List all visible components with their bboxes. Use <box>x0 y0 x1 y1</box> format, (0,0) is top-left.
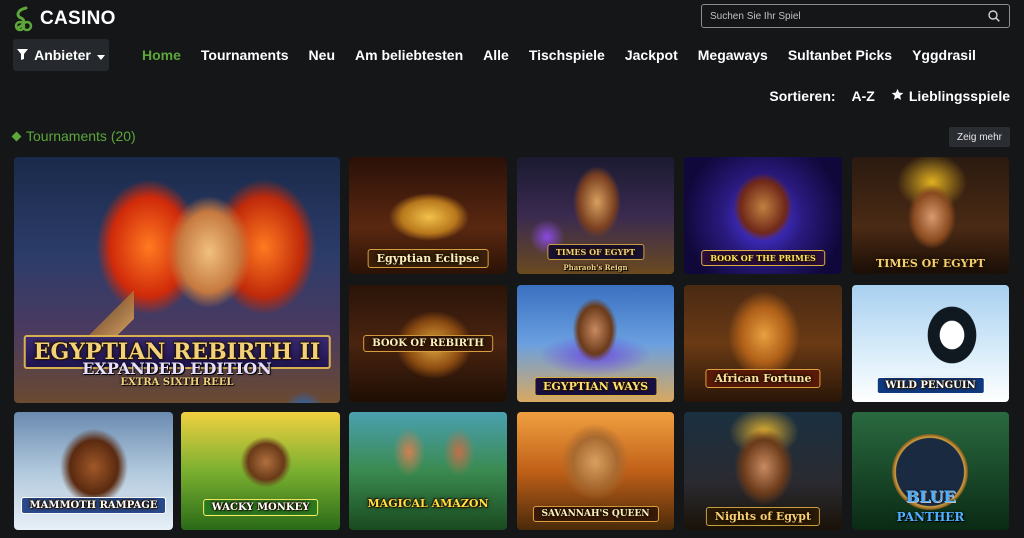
nav-sultanbet-picks[interactable]: Sultanbet Picks <box>788 47 892 63</box>
game-tile-savannahs-queen[interactable]: SAVANNAH'S QUEEN <box>517 412 674 530</box>
game-tile-blue-panther[interactable]: BLUE PANTHER <box>852 412 1009 530</box>
game-tile-wacky-monkey[interactable]: WACKY MONKEY <box>181 412 340 530</box>
game-tile-nights-of-egypt[interactable]: Nights of Egypt <box>684 412 842 530</box>
game-subtitle: Pharaoh's Reign <box>563 263 628 272</box>
section-tournaments-title: Tournaments (20) <box>11 128 136 144</box>
sort-label: Sortieren: <box>769 88 836 104</box>
game-subtitle: PANTHER <box>896 510 965 524</box>
section-title-text: Tournaments (20) <box>26 128 136 144</box>
game-title: SAVANNAH'S QUEEN <box>532 506 659 522</box>
game-title: Nights of Egypt <box>705 507 821 526</box>
game-title: African Fortune <box>705 369 821 388</box>
game-subtitle-2: EXTRA SIXTH REEL <box>120 377 234 388</box>
logo-text: CASINO <box>40 8 116 29</box>
sort-favorites-label: Lieblingsspiele <box>908 88 1010 104</box>
search-input[interactable] <box>710 10 987 22</box>
logo-icon <box>12 6 34 32</box>
game-title: TIMES OF EGYPT <box>546 244 645 260</box>
nav-most-popular[interactable]: Am beliebtesten <box>355 47 463 63</box>
show-more-button[interactable]: Zeig mehr <box>949 127 1010 147</box>
nav-jackpot[interactable]: Jackpot <box>625 47 678 63</box>
sort-bar: Sortieren: A-Z Lieblingsspiele <box>769 88 1010 104</box>
game-tile-book-of-the-primes[interactable]: BOOK OF THE PRIMES <box>684 157 842 274</box>
game-title: MAGICAL AMAZON <box>367 497 489 510</box>
sort-az[interactable]: A-Z <box>852 88 875 104</box>
nav-home[interactable]: Home <box>142 47 181 63</box>
game-tile-african-fortune[interactable]: African Fortune <box>684 285 842 402</box>
nav-megaways[interactable]: Megaways <box>698 47 768 63</box>
game-tile-wild-penguin[interactable]: WILD PENGUIN <box>852 285 1009 402</box>
game-tile-egyptian-ways[interactable]: EGYPTIAN WAYS <box>517 285 674 402</box>
caret-down-icon <box>96 47 105 63</box>
search-icon[interactable] <box>987 9 1001 23</box>
game-title: TIMES OF EGYPT <box>876 257 985 270</box>
site-logo[interactable]: CASINO <box>12 5 116 33</box>
game-title: BOOK OF REBIRTH <box>363 335 493 352</box>
nav-tournaments[interactable]: Tournaments <box>201 47 289 63</box>
game-title: WACKY MONKEY <box>202 499 319 516</box>
game-tile-times-of-egypt-pharaohs-reign[interactable]: TIMES OF EGYPT Pharaoh's Reign <box>517 157 674 274</box>
star-icon <box>891 88 904 104</box>
game-title: BOOK OF THE PRIMES <box>701 250 825 266</box>
provider-filter-label: Anbieter <box>34 47 91 63</box>
game-tile-book-of-rebirth[interactable]: BOOK OF REBIRTH <box>349 285 507 402</box>
search-box[interactable] <box>701 4 1010 28</box>
filter-icon <box>17 47 29 63</box>
game-title: BLUE <box>905 487 956 506</box>
nav-table-games[interactable]: Tischspiele <box>529 47 605 63</box>
game-art <box>349 412 507 530</box>
provider-filter-button[interactable]: Anbieter <box>13 39 109 71</box>
game-title: EGYPTIAN WAYS <box>533 377 658 396</box>
game-subtitle: EXPANDED EDITION <box>82 359 272 378</box>
game-title: MAMMOTH RAMPAGE <box>20 497 167 514</box>
game-title: Egyptian Eclipse <box>367 249 489 268</box>
pyramid-art <box>34 257 134 347</box>
sort-favorites[interactable]: Lieblingsspiele <box>891 88 1010 104</box>
game-tile-egyptian-rebirth-2[interactable]: EGYPTIAN REBIRTH II EXPANDED EDITION EXT… <box>14 157 340 403</box>
game-tile-times-of-egypt[interactable]: TIMES OF EGYPT <box>852 157 1009 274</box>
game-title: WILD PENGUIN <box>876 377 985 394</box>
nav-yggdrasil[interactable]: Yggdrasil <box>912 47 976 63</box>
diamond-icon <box>11 131 22 141</box>
game-tile-egyptian-eclipse[interactable]: Egyptian Eclipse <box>349 157 507 274</box>
main-nav: Home Tournaments Neu Am beliebtesten All… <box>142 46 996 64</box>
game-tile-magical-amazon[interactable]: MAGICAL AMAZON <box>349 412 507 530</box>
nav-all[interactable]: Alle <box>483 47 509 63</box>
nav-new[interactable]: Neu <box>309 47 335 63</box>
game-tile-mammoth-rampage[interactable]: MAMMOTH RAMPAGE <box>14 412 173 530</box>
